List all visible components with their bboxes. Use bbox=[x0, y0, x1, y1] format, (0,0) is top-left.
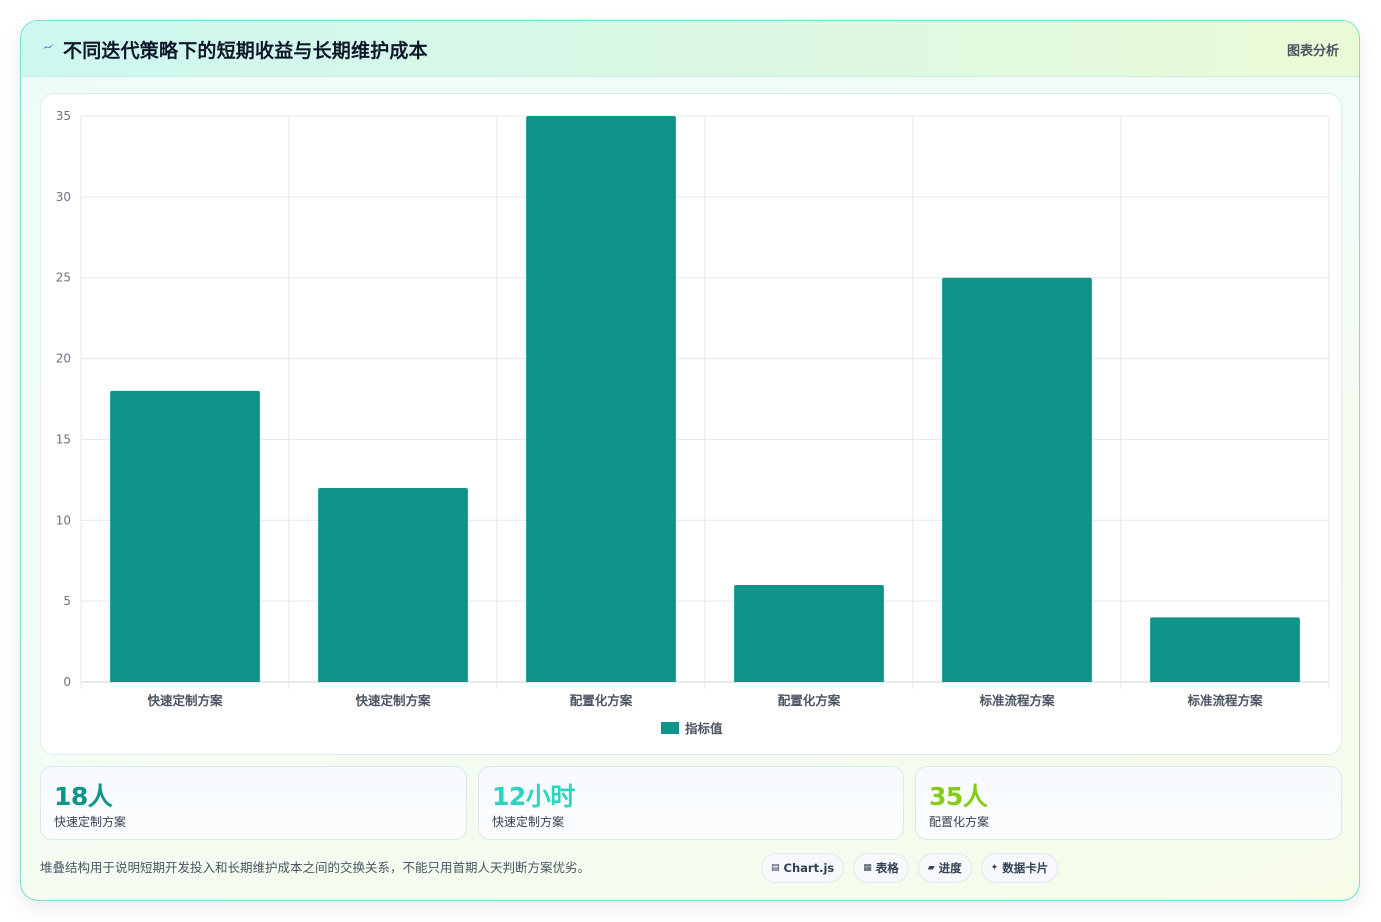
x-tick-label: 标准流程方案 bbox=[1186, 693, 1263, 708]
tag-list: ▤ Chart.js ▦ 表格 ▰ 进度 ✦ 数据卡片 bbox=[761, 853, 1059, 883]
stat-value: 18人 bbox=[54, 782, 113, 811]
tag-progress[interactable]: ▰ 进度 bbox=[917, 853, 972, 883]
legend-swatch bbox=[661, 722, 679, 734]
progress-icon: ▰ bbox=[927, 863, 935, 873]
chart-panel: 0 5 10 15 20 25 30 35 快速定制方案 快速定制方案 配置化方案 配置化方案 标准流程… bbox=[40, 93, 1342, 755]
card-header: 不同迭代策略下的短期收益与长期维护成本 图表分析 bbox=[21, 21, 1359, 77]
bar bbox=[1150, 617, 1300, 682]
lightning-icon bbox=[42, 44, 54, 49]
x-tick-label: 配置化方案 bbox=[778, 693, 841, 708]
stat-label: 配置化方案 bbox=[929, 815, 990, 829]
x-tick-label: 标准流程方案 bbox=[978, 693, 1055, 708]
x-tick-label: 配置化方案 bbox=[570, 693, 633, 708]
bar bbox=[526, 116, 676, 682]
stat-value: 12小时 bbox=[492, 782, 575, 811]
y-tick-label: 30 bbox=[56, 190, 71, 204]
tag-chartjs[interactable]: ▤ Chart.js bbox=[761, 853, 845, 883]
chart-analysis-link[interactable]: 图表分析 bbox=[1287, 40, 1339, 59]
bar bbox=[110, 390, 260, 682]
table-icon: ▦ bbox=[863, 863, 872, 873]
y-tick-label: 0 bbox=[63, 675, 71, 689]
stat-card-1: 18人 快速定制方案 bbox=[40, 766, 467, 840]
y-tick-label: 20 bbox=[56, 352, 71, 366]
stat-label: 快速定制方案 bbox=[54, 815, 127, 829]
bar bbox=[318, 487, 468, 682]
x-tick-label: 快速定制方案 bbox=[355, 693, 431, 708]
tag-data-card[interactable]: ✦ 数据卡片 bbox=[980, 853, 1059, 883]
bar-chart: 0 5 10 15 20 25 30 35 快速定制方案 快速定制方案 配置化方案 配置化方案 标准流程… bbox=[56, 109, 1330, 736]
sparkle-icon: ✦ bbox=[990, 863, 999, 873]
stat-card-3: 35人 配置化方案 bbox=[915, 766, 1342, 840]
tag-label: 数据卡片 bbox=[1002, 861, 1049, 875]
x-tick-label: 快速定制方案 bbox=[147, 693, 223, 708]
y-tick-label: 25 bbox=[56, 271, 71, 285]
footnote: 堆叠结构用于说明短期开发投入和长期维护成本之间的交换关系，不能只用首期人天判断方… bbox=[40, 860, 591, 875]
y-tick-label: 5 bbox=[63, 594, 71, 608]
tag-label: Chart.js bbox=[783, 861, 835, 875]
bar bbox=[942, 277, 1092, 682]
legend-label: 指标值 bbox=[685, 721, 723, 736]
y-tick-label: 15 bbox=[56, 432, 71, 446]
tag-table[interactable]: ▦ 表格 bbox=[853, 853, 909, 883]
chart-card: 不同迭代策略下的短期收益与长期维护成本 图表分析 0 5 10 15 20 25 30 35 快… bbox=[20, 20, 1360, 901]
tag-label: 表格 bbox=[875, 861, 899, 875]
y-tick-label: 35 bbox=[56, 109, 71, 123]
tag-label: 进度 bbox=[938, 861, 962, 875]
page-title: 不同迭代策略下的短期收益与长期维护成本 bbox=[63, 40, 428, 62]
stat-label: 快速定制方案 bbox=[492, 815, 565, 829]
stat-value: 35人 bbox=[929, 782, 988, 811]
bar-chart-icon: ▤ bbox=[771, 863, 780, 873]
y-tick-label: 10 bbox=[56, 513, 71, 527]
bar bbox=[734, 584, 884, 682]
stat-card-2: 12小时 快速定制方案 bbox=[478, 766, 904, 840]
